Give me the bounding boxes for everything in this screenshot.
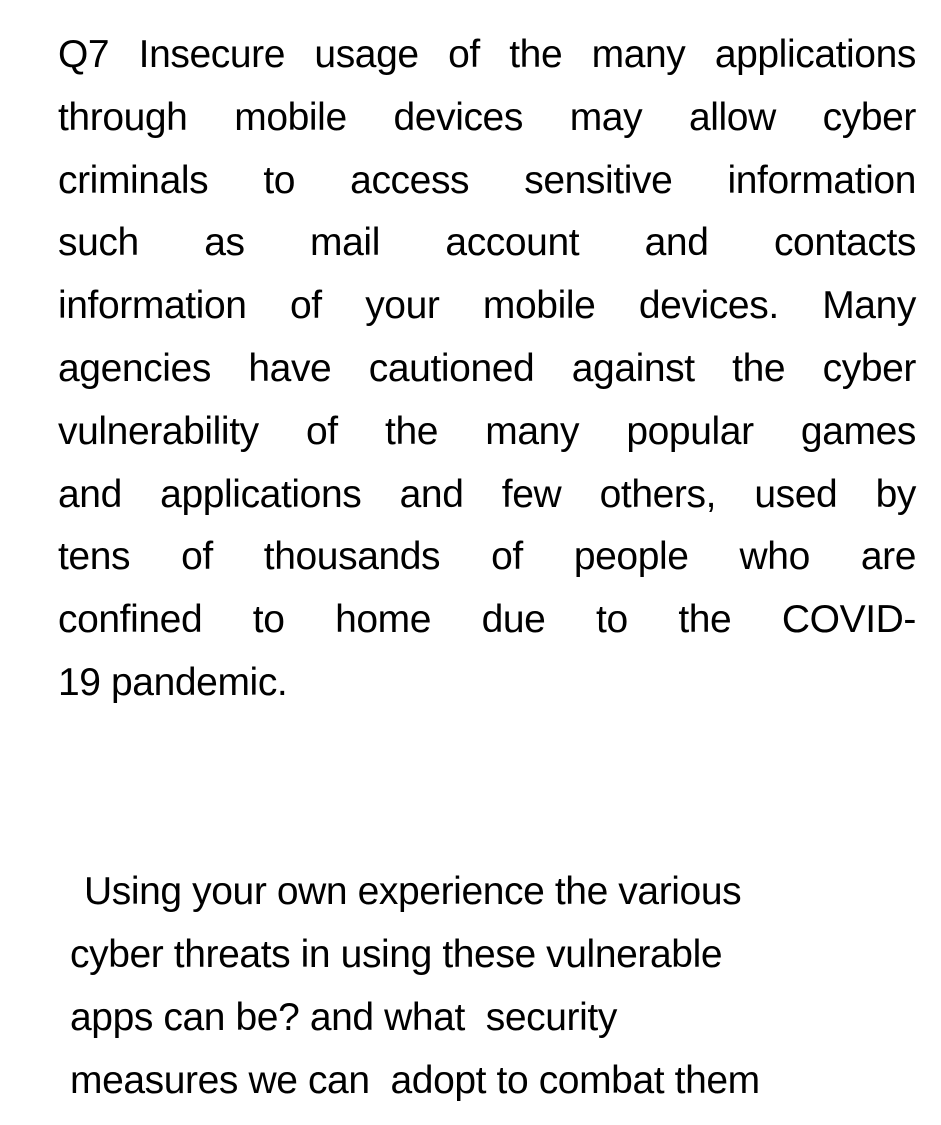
text-line: confined to home due to the COVID- [58,598,916,642]
text-line: through mobile devices may allow cyber [58,95,916,139]
text-line: Q7 Insecure usage of the many applicatio… [58,33,916,76]
question-context-paragraph: Q7 Insecure usage of the many applicatio… [58,24,916,715]
question-prompt-paragraph: Using your own experience the various cy… [70,860,900,1112]
text-line: measures we can adopt to combat them [70,1059,760,1102]
text-line: apps can be? and what security [70,996,617,1039]
text-line: such as mail account and contacts [58,221,916,265]
text-line: and applications and few others, used by [58,472,916,516]
text-line: vulnerability of the many popular games [58,409,916,453]
text-line: agencies have cautioned against the cybe… [58,346,916,390]
text-line: cyber threats in using these vulnerable [70,933,723,976]
text-line: tens of thousands of people who are [58,535,916,579]
text-line: Using your own experience the various [84,870,742,913]
text-line: information of your mobile devices. Many [58,284,916,328]
text-line: 19 pandemic. [58,660,288,704]
text-line: criminals to access sensitive informatio… [58,158,916,202]
